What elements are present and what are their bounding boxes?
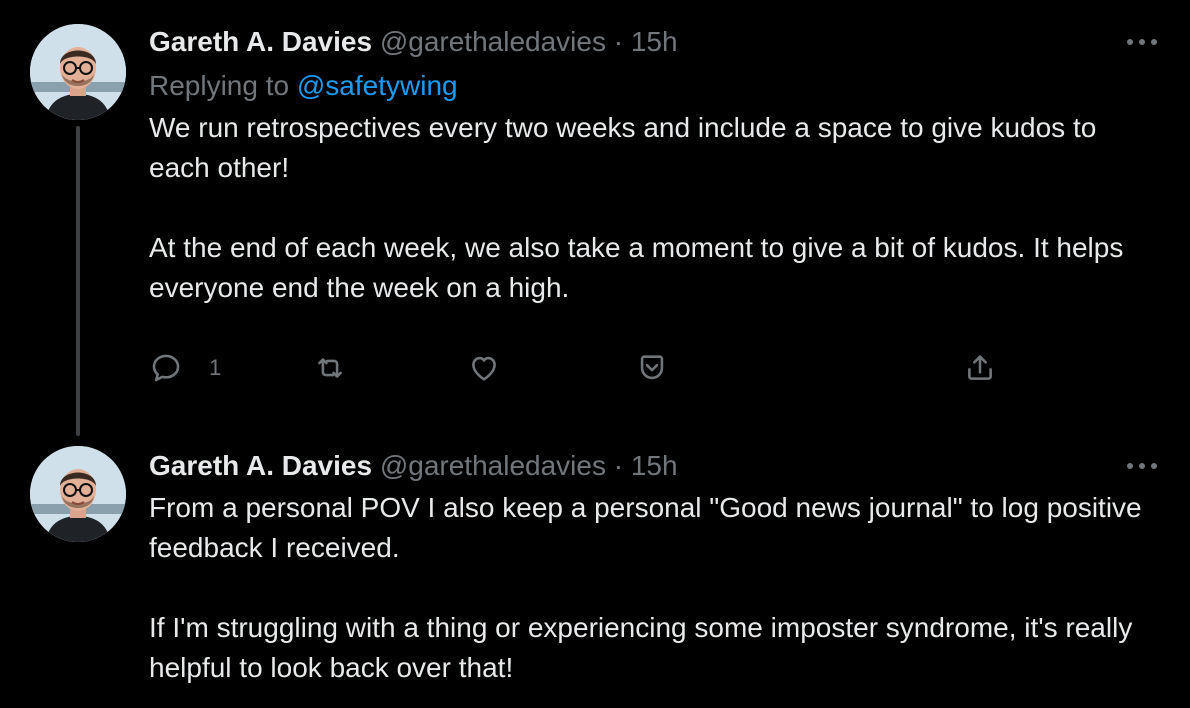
author-display-name[interactable]: Gareth A. Davies bbox=[149, 450, 372, 481]
reply-icon bbox=[152, 354, 180, 382]
retweet-icon bbox=[318, 358, 342, 378]
replying-to-prefix: Replying to bbox=[149, 70, 290, 101]
avatar-photo-icon bbox=[30, 24, 126, 120]
tweet-timestamp[interactable]: 15h bbox=[631, 26, 678, 57]
reply-count: 1 bbox=[209, 355, 222, 380]
save-button[interactable] bbox=[635, 348, 669, 388]
replying-to-line: Replying to @safetywing bbox=[149, 64, 1150, 108]
share-icon bbox=[968, 355, 992, 380]
author-handle[interactable]: @garethaledavies bbox=[380, 26, 606, 57]
author-avatar[interactable] bbox=[30, 446, 126, 542]
retweet-button[interactable] bbox=[313, 348, 347, 388]
avatar-photo-icon bbox=[30, 446, 126, 542]
tweet-body: We run retrospectives every two weeks an… bbox=[149, 108, 1150, 308]
more-options-icon[interactable] bbox=[1124, 448, 1160, 484]
author-handle[interactable]: @garethaledavies bbox=[380, 450, 606, 481]
like-button[interactable] bbox=[467, 348, 501, 388]
reply-button[interactable]: 1 bbox=[149, 348, 221, 388]
tweet-content: Gareth A. Davies @garethaledavies · 15h … bbox=[149, 444, 1150, 688]
tweet-body: From a personal POV I also keep a person… bbox=[149, 488, 1150, 688]
tweet-header: Gareth A. Davies @garethaledavies · 15h bbox=[149, 444, 1150, 488]
author-avatar[interactable] bbox=[30, 24, 126, 120]
thread-connector-line bbox=[76, 126, 80, 436]
tweet-2[interactable]: Gareth A. Davies @garethaledavies · 15h … bbox=[0, 440, 1190, 708]
header-separator: · bbox=[613, 450, 624, 481]
tweet-header: Gareth A. Davies @garethaledavies · 15h bbox=[149, 20, 1150, 64]
tweet-paragraph: At the end of each week, we also take a … bbox=[149, 232, 1124, 303]
share-button[interactable] bbox=[963, 348, 997, 388]
tweet-content: Gareth A. Davies @garethaledavies · 15h … bbox=[149, 20, 1150, 308]
heart-icon bbox=[472, 356, 496, 381]
bookmark-save-icon bbox=[640, 355, 664, 380]
more-options-icon[interactable] bbox=[1124, 24, 1160, 60]
tweet-paragraph: We run retrospectives every two weeks an… bbox=[149, 112, 1097, 183]
tweet-action-bar: 1 bbox=[149, 348, 1009, 388]
tweet-1[interactable]: Gareth A. Davies @garethaledavies · 15h … bbox=[0, 0, 1190, 440]
author-display-name[interactable]: Gareth A. Davies bbox=[149, 26, 372, 57]
header-separator: · bbox=[613, 26, 624, 57]
tweet-paragraph: From a personal POV I also keep a person… bbox=[149, 492, 1142, 563]
tweet-paragraph: If I'm struggling with a thing or experi… bbox=[149, 612, 1133, 683]
replying-to-handle-link[interactable]: @safetywing bbox=[297, 70, 458, 101]
tweet-timestamp[interactable]: 15h bbox=[631, 450, 678, 481]
